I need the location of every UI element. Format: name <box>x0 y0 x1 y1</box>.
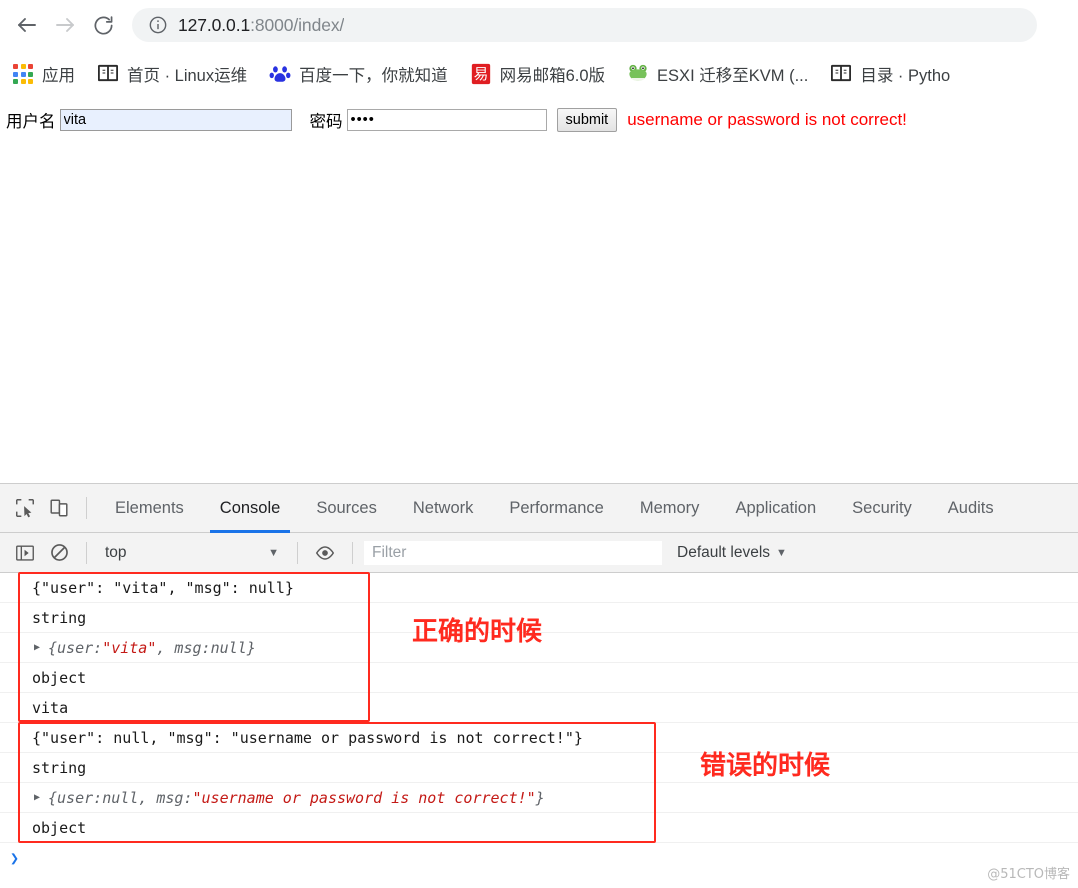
obj-part: , msg: <box>138 788 193 807</box>
chevron-down-icon: ▼ <box>268 546 279 559</box>
console-output: {"user": "vita", "msg": null} string ▶ {… <box>0 572 1078 886</box>
tab-network[interactable]: Network <box>395 484 492 533</box>
address-bar[interactable]: 127.0.0.1:8000/index/ <box>132 8 1037 42</box>
book-icon <box>97 63 119 85</box>
bookmark-label: ESXI 迁移至KVM (... <box>657 67 809 85</box>
bookmark-label: 网易邮箱6.0版 <box>499 67 606 85</box>
annotation-label-correct: 正确的时候 <box>412 617 543 647</box>
console-row[interactable]: object <box>0 663 1078 693</box>
netease-icon: 易 <box>470 63 492 85</box>
bookmark-baidu[interactable]: 百度一下，你就知道 <box>269 62 448 86</box>
console-prompt[interactable]: ❯ <box>0 843 1078 873</box>
toolbar-divider <box>86 497 87 519</box>
frog-icon <box>627 63 649 85</box>
back-arrow-icon[interactable] <box>8 6 46 44</box>
show-console-sidebar-icon[interactable] <box>8 536 42 570</box>
device-toolbar-icon[interactable] <box>42 491 76 525</box>
tab-console[interactable]: Console <box>202 484 299 533</box>
clear-console-icon[interactable] <box>42 536 76 570</box>
forward-arrow-icon[interactable] <box>46 6 84 44</box>
devtools-panel: Elements Console Sources Network Perform… <box>0 483 1078 888</box>
levels-label: Default levels <box>677 543 771 561</box>
baidu-icon <box>269 63 291 85</box>
login-form: 用户名 密码 submit username or password is no… <box>0 98 1078 132</box>
tab-performance[interactable]: Performance <box>491 484 621 533</box>
url-host: 127.0.0.1 <box>178 14 251 35</box>
tab-elements[interactable]: Elements <box>97 484 202 533</box>
url-path: :8000/index/ <box>250 14 345 35</box>
watermark: @51CTO博客 <box>987 867 1070 882</box>
obj-part-string: "vita" <box>102 638 157 657</box>
live-expression-eye-icon[interactable] <box>308 536 342 570</box>
toolbar-divider <box>86 541 87 564</box>
info-circle-icon[interactable] <box>148 15 168 35</box>
browser-window: 127.0.0.1:8000/index/ 应用 首页 · Linux运维 百度… <box>0 0 1078 888</box>
tab-memory[interactable]: Memory <box>622 484 718 533</box>
console-log-levels-selector[interactable]: Default levels ▼ <box>677 544 787 562</box>
web-page-content: 用户名 密码 submit username or password is no… <box>0 98 1078 483</box>
reload-icon[interactable] <box>84 6 122 44</box>
console-row[interactable]: string <box>0 753 1078 783</box>
console-filter-input[interactable] <box>363 539 663 566</box>
password-input[interactable] <box>346 109 547 131</box>
username-input[interactable] <box>59 109 292 131</box>
browser-chrome: 127.0.0.1:8000/index/ <box>0 0 1078 50</box>
error-message: username or password is not correct! <box>627 110 907 129</box>
username-label: 用户名 <box>6 112 56 131</box>
bookmark-apps[interactable]: 应用 <box>12 62 75 86</box>
navigation-bar: 127.0.0.1:8000/index/ <box>0 0 1078 50</box>
console-row-object[interactable]: ▶ {user: null, msg: "username or passwor… <box>0 783 1078 813</box>
toolbar-divider <box>352 541 353 564</box>
obj-part-null: null <box>102 788 139 807</box>
console-row[interactable]: vita <box>0 693 1078 723</box>
devtools-tabbar: Elements Console Sources Network Perform… <box>0 484 1078 533</box>
annotation-label-error: 错误的时候 <box>700 751 831 781</box>
bookmarks-bar: 应用 首页 · Linux运维 百度一下，你就知道 易 网易邮箱6.0版 ESX… <box>0 50 1078 98</box>
bookmark-netease-mail[interactable]: 易 网易邮箱6.0版 <box>470 62 605 86</box>
inspect-element-icon[interactable] <box>8 491 42 525</box>
obj-part-string: "username or password is not correct!" <box>192 788 536 807</box>
context-value: top <box>105 543 127 561</box>
submit-button[interactable]: submit <box>556 108 618 132</box>
bookmark-label: 百度一下，你就知道 <box>299 67 448 85</box>
tab-sources[interactable]: Sources <box>298 484 395 533</box>
bookmark-python-directory[interactable]: 目录 · Pytho <box>830 62 950 86</box>
bookmark-linux-home[interactable]: 首页 · Linux运维 <box>97 62 247 86</box>
console-context-selector[interactable]: top ▼ <box>97 540 287 566</box>
expand-triangle-icon[interactable]: ▶ <box>34 792 40 803</box>
console-row[interactable]: {"user": "vita", "msg": null} <box>0 573 1078 603</box>
tab-audits[interactable]: Audits <box>930 484 1012 533</box>
address-bar-text: 127.0.0.1:8000/index/ <box>178 15 344 36</box>
chevron-down-icon: ▼ <box>776 546 787 559</box>
obj-part: } <box>535 788 545 807</box>
console-row[interactable]: object <box>0 813 1078 843</box>
console-row[interactable]: {"user": null, "msg": "username or passw… <box>0 723 1078 753</box>
obj-part: , msg: <box>156 638 211 657</box>
book-icon <box>830 63 852 85</box>
svg-text:易: 易 <box>473 66 488 83</box>
obj-part: } <box>246 638 256 657</box>
expand-triangle-icon[interactable]: ▶ <box>34 642 40 653</box>
bookmark-label: 首页 · Linux运维 <box>127 67 248 85</box>
obj-part-null: null <box>210 638 247 657</box>
toolbar-divider <box>297 541 298 564</box>
prompt-chevron-icon: ❯ <box>10 849 20 867</box>
bookmark-label: 应用 <box>42 67 75 85</box>
bookmark-label: 目录 · Pytho <box>860 67 951 85</box>
obj-part: {user: <box>48 788 103 807</box>
tab-security[interactable]: Security <box>834 484 930 533</box>
console-toolbar: top ▼ Default levels ▼ <box>0 533 1078 573</box>
bookmark-esxi-kvm[interactable]: ESXI 迁移至KVM (... <box>627 62 808 86</box>
tab-application[interactable]: Application <box>717 484 834 533</box>
apps-grid-icon <box>12 63 34 85</box>
password-label: 密码 <box>309 112 343 131</box>
obj-part: {user: <box>48 638 103 657</box>
